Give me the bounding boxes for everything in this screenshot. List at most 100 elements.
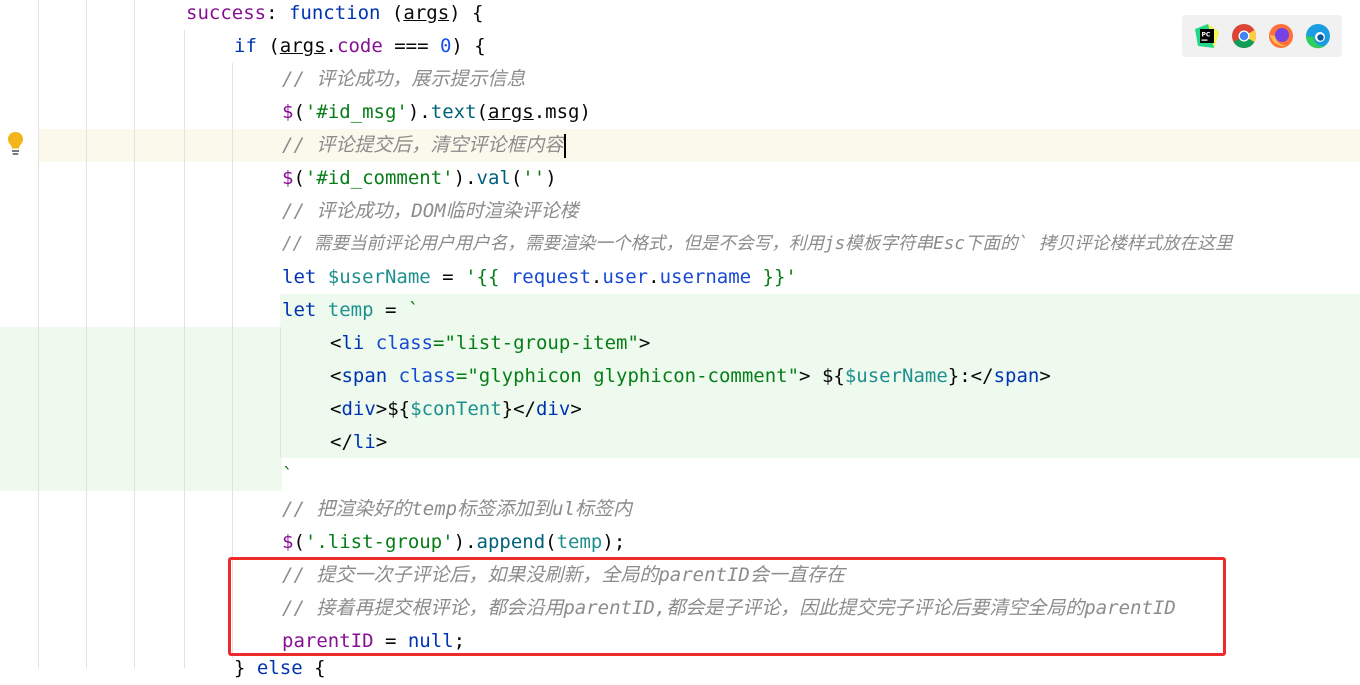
code-token: let <box>282 266 317 288</box>
code-token: if <box>234 35 257 57</box>
code-token: } <box>501 398 514 420</box>
code-token: temp <box>556 531 603 553</box>
code-token: . <box>590 266 603 288</box>
code-token: ). <box>453 167 477 189</box>
code-token: ). <box>407 101 431 123</box>
code-token: args <box>487 101 534 123</box>
code-token: args <box>403 2 450 24</box>
code-token: $ <box>282 531 294 553</box>
code-token: } <box>234 657 257 679</box>
code-token: ) { <box>449 2 484 24</box>
code-token: ${ <box>821 365 845 387</box>
code-token: ) <box>545 167 557 189</box>
code-token: '' <box>522 167 546 189</box>
code-comment: // 需要当前评论用户用户名，需要渲染一个格式，但是不会写，利用js模板字符串E… <box>282 234 1233 254</box>
code-token: ( <box>510 167 523 189</box>
lightbulb-icon[interactable] <box>7 131 24 157</box>
code-token: </ <box>330 431 353 453</box>
code-line-15: ` <box>282 464 294 486</box>
code-token: = <box>430 266 466 288</box>
code-token: span <box>341 365 388 387</box>
template-literal-highlight <box>0 458 282 491</box>
code-token: '{{ <box>465 266 511 288</box>
indent-guide <box>86 0 87 668</box>
code-token: < <box>330 398 342 420</box>
code-comment: // 把渲染好的temp标签添加到ul标签内 <box>282 498 632 520</box>
code-token: args <box>279 35 326 57</box>
code-token: $conTent <box>410 398 502 420</box>
code-token: $ <box>282 101 294 123</box>
highlight-annotation-box <box>228 557 1226 656</box>
code-token: li <box>352 431 376 453</box>
code-line-10: let temp = ` <box>282 294 419 327</box>
code-token: > <box>375 431 388 453</box>
code-line-12: <span class="glyphicon glyphicon-comment… <box>330 360 1051 393</box>
code-token: 0 <box>439 35 452 57</box>
code-line-1: success: function (args) { <box>186 0 483 30</box>
text-caret <box>564 133 567 158</box>
firefox-icon[interactable] <box>1268 23 1294 49</box>
code-token: li <box>341 332 365 354</box>
code-token: $userName <box>327 266 431 288</box>
code-token: } <box>947 365 960 387</box>
code-token: > <box>375 398 388 420</box>
code-token: < <box>330 332 342 354</box>
code-token: class <box>375 332 433 354</box>
code-token: $ <box>282 167 294 189</box>
code-comment: // 评论提交后，清空评论框内容 <box>282 134 564 156</box>
code-token: ) { <box>451 35 486 57</box>
code-line-2: if (args.code === 0) { <box>234 30 486 63</box>
code-token: '#id_msg' <box>304 101 408 123</box>
code-line-13: <div>${$conTent}</div> <box>330 393 582 426</box>
code-token: let <box>282 299 317 321</box>
pycharm-icon[interactable]: PC <box>1194 23 1220 49</box>
code-line-21: } else { <box>234 652 326 685</box>
code-token: $userName <box>844 365 948 387</box>
code-token: ( <box>380 2 404 24</box>
code-token: div <box>535 398 571 420</box>
code-token: success <box>186 2 267 24</box>
edge-icon[interactable] <box>1305 23 1331 49</box>
code-token: temp <box>327 299 374 321</box>
code-token: }}' <box>751 266 797 288</box>
code-token: ="list-group-item" <box>433 332 639 354</box>
code-token: user <box>602 266 649 288</box>
code-token: else <box>256 657 303 679</box>
code-comment: // 评论成功，DOM临时渲染评论楼 <box>282 200 579 222</box>
code-token: > <box>1039 365 1051 387</box>
svg-text:PC: PC <box>1201 32 1210 39</box>
code-token: ( <box>293 531 305 553</box>
code-token: : <box>266 2 289 24</box>
code-token: '#id_comment' <box>304 167 454 189</box>
code-token: function <box>288 2 381 24</box>
indent-guide <box>134 0 135 668</box>
code-comment: // 评论成功，展示提示信息 <box>282 68 526 90</box>
code-line-11: <li class="list-group-item"> <box>330 327 650 360</box>
code-token: code <box>337 35 383 57</box>
code-token: ( <box>256 35 280 57</box>
indent-guide <box>184 30 185 668</box>
open-in-browser-toolbar: PC <box>1182 15 1342 57</box>
code-token: </ <box>513 398 536 420</box>
code-line-6: $('#id_comment').val('') <box>282 162 557 195</box>
code-token: > <box>799 365 822 387</box>
code-token: ( <box>293 101 305 123</box>
chrome-icon[interactable] <box>1231 23 1257 49</box>
code-editor[interactable]: success: function (args) { if (args.code… <box>0 0 1360 679</box>
code-token: class <box>398 365 456 387</box>
code-token: ). <box>453 531 477 553</box>
code-token: ${ <box>387 398 411 420</box>
code-token: < <box>330 365 342 387</box>
code-line-5: // 评论提交后，清空评论框内容 <box>282 129 567 162</box>
code-token: . <box>325 35 337 57</box>
code-token: append <box>476 531 546 553</box>
code-token: request <box>510 266 591 288</box>
code-token: username <box>659 266 752 288</box>
code-token: > <box>638 332 651 354</box>
code-line-17: $('.list-group').append(temp); <box>282 526 625 559</box>
code-token: ( <box>545 531 557 553</box>
indent-guide <box>38 0 39 668</box>
